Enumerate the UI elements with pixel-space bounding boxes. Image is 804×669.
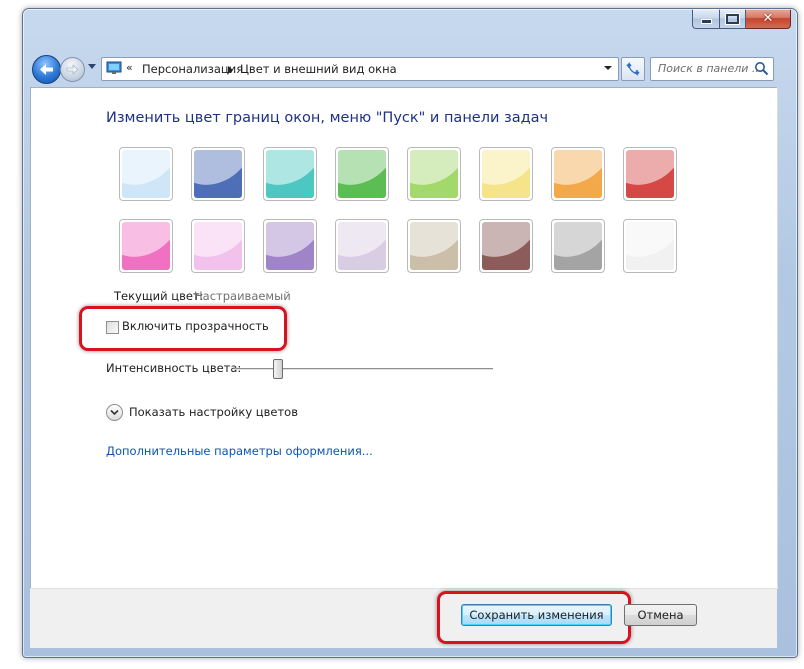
transparency-checkbox[interactable] — [106, 321, 119, 334]
search-placeholder: Поиск в панели ... — [658, 62, 763, 75]
close-button[interactable]: ✕ — [746, 9, 791, 29]
current-color-value: Настраиваемый — [194, 289, 291, 303]
color-swatch-sea[interactable] — [263, 147, 317, 201]
transparency-label[interactable]: Включить прозрачность — [122, 319, 269, 333]
minimize-button[interactable] — [692, 9, 720, 29]
caption-buttons: ✕ — [692, 9, 791, 29]
forward-arrow-icon — [66, 64, 79, 75]
refresh-button[interactable] — [621, 57, 645, 81]
address-bar[interactable]: « Персонализация Цвет и внешний вид окна — [101, 57, 619, 81]
minimize-icon — [700, 19, 712, 24]
show-mixer-button[interactable] — [106, 404, 123, 421]
back-button[interactable] — [32, 55, 61, 84]
content-scroll-edge — [777, 87, 778, 588]
close-icon: ✕ — [762, 11, 774, 26]
color-swatch-slate[interactable] — [551, 219, 605, 273]
maximize-icon — [726, 13, 739, 24]
back-arrow-icon — [40, 64, 53, 75]
maximize-button[interactable] — [720, 9, 746, 29]
current-color-label: Текущий цвет: — [114, 289, 204, 303]
address-dropdown-icon[interactable] — [604, 66, 612, 70]
color-swatch-taupe[interactable] — [407, 219, 461, 273]
color-swatch-pumpkin-light[interactable] — [479, 147, 533, 201]
breadcrumb-arrow-icon[interactable] — [228, 66, 233, 74]
chevron-down-icon — [110, 409, 119, 416]
breadcrumb-chevron[interactable]: « — [126, 61, 133, 74]
advanced-appearance-link[interactable]: Дополнительные параметры оформления... — [106, 444, 373, 458]
recent-pages-dropdown[interactable] — [88, 64, 96, 69]
page-title: Изменить цвет границ окон, меню "Пуск" и… — [106, 110, 549, 126]
refresh-icon — [626, 62, 640, 76]
color-swatch-pumpkin[interactable] — [551, 147, 605, 201]
color-swatch-violet[interactable] — [263, 219, 317, 273]
color-swatch-leaf[interactable] — [335, 147, 389, 201]
search-icon[interactable] — [754, 61, 769, 76]
show-mixer-label[interactable]: Показать настройку цветов — [129, 405, 298, 419]
control-panel-icon — [106, 61, 122, 74]
color-swatch-blush[interactable] — [191, 219, 245, 273]
search-field[interactable]: Поиск в панели ... — [650, 57, 774, 81]
color-swatch-lavender[interactable] — [335, 219, 389, 273]
color-swatch-lime[interactable] — [407, 147, 461, 201]
cancel-button[interactable]: Отмена — [624, 604, 697, 626]
color-swatch-ruby[interactable] — [623, 147, 677, 201]
color-swatch-twilight[interactable] — [191, 147, 245, 201]
color-swatch-sky[interactable] — [119, 147, 173, 201]
color-swatch-frost[interactable] — [623, 219, 677, 273]
forward-button[interactable] — [60, 57, 85, 82]
color-swatch-chocolate[interactable] — [479, 219, 533, 273]
save-button[interactable]: Сохранить изменения — [461, 604, 612, 626]
intensity-slider-thumb[interactable] — [273, 359, 283, 379]
breadcrumb-window-color[interactable]: Цвет и внешний вид окна — [240, 62, 397, 76]
intensity-label: Интенсивность цвета: — [106, 361, 242, 375]
color-swatch-fuchsia[interactable] — [119, 219, 173, 273]
